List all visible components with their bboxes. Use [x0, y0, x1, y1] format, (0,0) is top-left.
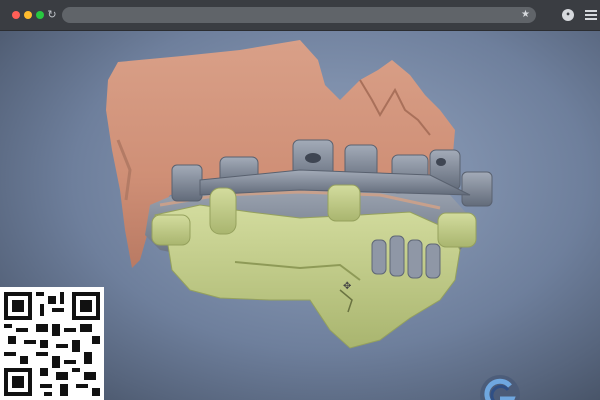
- minimize-window-button[interactable]: [24, 11, 32, 19]
- address-bar[interactable]: ★: [62, 7, 536, 23]
- qr-code: [0, 287, 104, 400]
- close-window-button[interactable]: [12, 11, 20, 19]
- hamburger-menu-icon[interactable]: [584, 8, 598, 22]
- browser-toolbar: ↻ ★ •: [0, 0, 600, 31]
- browser-window: ↻ ★ • ✥: [0, 0, 600, 400]
- g-logo-icon: [480, 375, 520, 400]
- svg-text:✥: ✥: [343, 281, 351, 292]
- profile-icon[interactable]: •: [562, 9, 574, 21]
- maximize-window-button[interactable]: [36, 11, 44, 19]
- reload-icon[interactable]: ↻: [45, 8, 59, 22]
- star-icon[interactable]: ★: [521, 7, 530, 23]
